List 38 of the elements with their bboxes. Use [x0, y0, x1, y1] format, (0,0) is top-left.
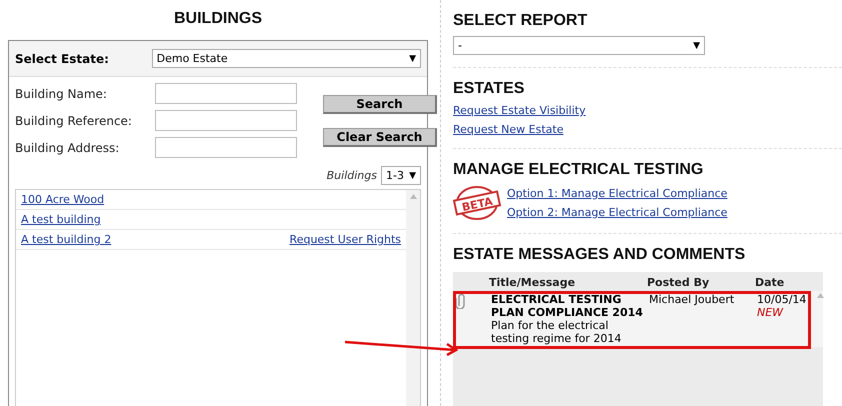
- option-link[interactable]: Option 1: Manage Electrical Compliance: [507, 187, 728, 200]
- section-title: ESTATES: [453, 80, 526, 98]
- input-field[interactable]: [155, 137, 297, 158]
- building-link[interactable]: A test building: [21, 213, 101, 226]
- section-title: ESTATE MESSAGES AND COMMENTS: [453, 246, 746, 264]
- scroll-up-icon[interactable]: [410, 194, 416, 199]
- request-link[interactable]: Request User Rights: [290, 233, 401, 246]
- building-link[interactable]: A test building 2: [21, 233, 112, 246]
- beta-stamp-icon: BETA: [453, 185, 501, 221]
- building-link[interactable]: 100 Acre Wood: [21, 193, 104, 206]
- message-title: ELECTRICAL TESTING PLAN COMPLIANCE 2014: [491, 293, 644, 319]
- column-header: Title/Message: [489, 276, 576, 289]
- message-date: 10/05/14: [757, 293, 808, 306]
- field-label: Select Estate:: [15, 52, 110, 66]
- search-button[interactable]: Search: [323, 95, 437, 114]
- search-button[interactable]: Clear Search: [323, 128, 437, 147]
- poster-name: Michael Joubert: [649, 293, 736, 306]
- pager-label: Buildings: [326, 169, 377, 182]
- section-title: MANAGE ELECTRICAL TESTING: [453, 161, 704, 179]
- estate-link[interactable]: Request New Estate: [453, 123, 842, 136]
- scroll-up-icon[interactable]: [817, 293, 824, 298]
- estate-link[interactable]: Request Estate Visibility: [453, 104, 842, 117]
- field-label: Building Name:: [15, 86, 108, 100]
- scrollbar[interactable]: [406, 190, 420, 406]
- input-field[interactable]: [155, 110, 297, 131]
- report-select[interactable]: - ▼: [453, 36, 705, 55]
- page-select[interactable]: 1-3 ▼: [381, 166, 421, 185]
- estate-select[interactable]: Demo Estate ▼: [152, 49, 421, 68]
- section-title: SELECT REPORT: [453, 12, 588, 30]
- message-text: Plan for the electrical testing regime for 2014: [491, 319, 622, 345]
- column-header: Posted By: [647, 276, 710, 289]
- option-link[interactable]: Option 2: Manage Electrical Compliance: [507, 206, 728, 219]
- column-header: Date: [755, 276, 786, 289]
- new-tag: NEW: [757, 306, 813, 319]
- input-field[interactable]: [155, 83, 297, 104]
- field-label: Building Address:: [15, 140, 120, 154]
- field-label: Building Reference:: [15, 114, 133, 128]
- section-title: BUILDINGS: [173, 10, 263, 28]
